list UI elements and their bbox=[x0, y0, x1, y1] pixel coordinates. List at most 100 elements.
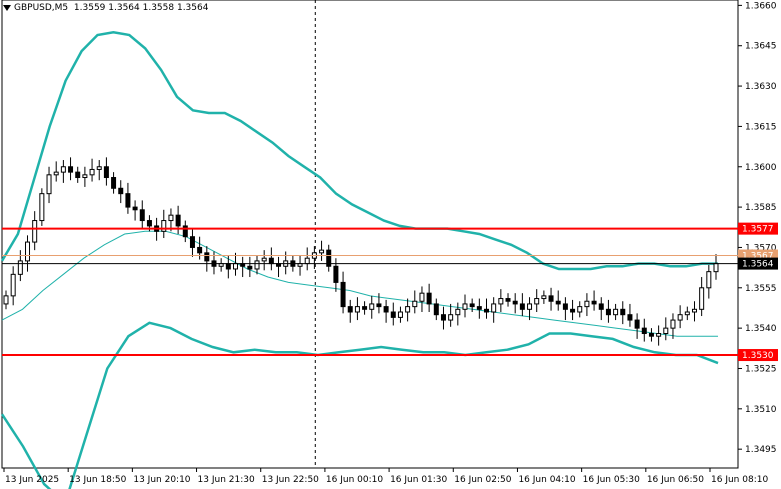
bull-candle bbox=[691, 308, 697, 313]
bear-candle bbox=[591, 300, 597, 305]
chart-window[interactable]: GBPUSD,M5 1.3559 1.3564 1.3558 1.3564 1.… bbox=[0, 0, 781, 489]
bear-candle bbox=[469, 303, 475, 308]
bear-candle bbox=[440, 314, 446, 321]
bull-candle bbox=[584, 300, 590, 308]
bear-candle bbox=[118, 187, 124, 195]
bull-candle bbox=[232, 263, 238, 270]
bear-candle bbox=[268, 257, 274, 265]
bull-candle bbox=[161, 220, 167, 232]
time-axis[interactable]: 13 Jun 2025 13 Jun 18:50 13 Jun 20:10 13 Ju… bbox=[3, 468, 768, 485]
lower-band-line bbox=[0, 321, 719, 489]
bull-candle bbox=[60, 166, 66, 173]
y-tick-label: 1.3495 bbox=[745, 445, 777, 455]
bear-candle bbox=[139, 209, 145, 222]
level-tag-label: 1.3530 bbox=[742, 351, 774, 361]
bear-candle bbox=[146, 220, 152, 227]
bull-candle bbox=[3, 295, 9, 305]
x-tick-label: 16 Jun 08:10 bbox=[711, 475, 768, 485]
bear-candle bbox=[125, 193, 131, 208]
plot-frame bbox=[1, 0, 739, 469]
bull-candle bbox=[25, 241, 31, 262]
y-tick-label: 1.3510 bbox=[745, 405, 777, 415]
price-tag-label: 1.3564 bbox=[742, 260, 774, 270]
bull-candle bbox=[32, 220, 38, 243]
x-tick-label: 16 Jun 02:50 bbox=[454, 475, 511, 485]
bull-candle bbox=[354, 306, 360, 313]
bear-candle bbox=[197, 246, 203, 254]
bear-candle bbox=[390, 311, 396, 318]
bull-candle bbox=[412, 300, 418, 308]
x-tick-label: 16 Jun 00:10 bbox=[326, 475, 383, 485]
bear-candle bbox=[68, 166, 74, 173]
bear-candle bbox=[648, 333, 654, 337]
bear-candle bbox=[182, 225, 188, 238]
bull-candle bbox=[82, 174, 88, 179]
x-tick-label: 13 Jun 2025 bbox=[5, 475, 59, 485]
bull-candle bbox=[369, 303, 375, 310]
bull-candle bbox=[304, 257, 310, 265]
bull-candle bbox=[261, 257, 267, 262]
bear-candle bbox=[383, 306, 389, 313]
x-tick-label: 16 Jun 06:50 bbox=[647, 475, 704, 485]
x-tick-label: 13 Jun 22:50 bbox=[262, 475, 319, 485]
bull-candle bbox=[46, 174, 52, 195]
y-tick-label: 1.3555 bbox=[745, 284, 777, 294]
price-chart[interactable]: 1.3660 1.3645 1.3630 1.3615 1.3600 1.3585 1.35… bbox=[0, 0, 781, 489]
upper-band-line bbox=[0, 31, 718, 271]
y-tick-label: 1.3615 bbox=[745, 122, 777, 132]
price-axis[interactable]: 1.3660 1.3645 1.3630 1.3615 1.3600 1.3585 1.35… bbox=[738, 1, 778, 455]
bear-candle bbox=[555, 300, 561, 305]
bear-candle bbox=[75, 171, 81, 179]
bear-candle bbox=[505, 298, 511, 302]
x-tick-label: 16 Jun 05:30 bbox=[583, 475, 640, 485]
bull-candle bbox=[677, 314, 683, 321]
y-tick-label: 1.3525 bbox=[745, 364, 777, 374]
x-tick-label: 13 Jun 20:10 bbox=[133, 475, 190, 485]
bull-candle bbox=[53, 171, 59, 176]
x-tick-label: 13 Jun 21:30 bbox=[198, 475, 255, 485]
y-tick-label: 1.3630 bbox=[745, 82, 777, 92]
bear-candle bbox=[519, 303, 525, 310]
x-tick-label: 16 Jun 04:10 bbox=[518, 475, 575, 485]
bull-candle bbox=[397, 311, 403, 318]
bear-candle bbox=[634, 319, 640, 329]
bear-candle bbox=[111, 177, 117, 189]
bull-candle bbox=[17, 260, 23, 275]
bull-candle bbox=[405, 306, 411, 313]
bull-candle bbox=[319, 249, 325, 254]
bull-candle bbox=[448, 314, 454, 321]
bull-candle bbox=[168, 214, 174, 222]
bear-candle bbox=[548, 295, 554, 302]
bear-candle bbox=[570, 308, 576, 313]
bull-candle bbox=[498, 298, 504, 305]
y-tick-label: 1.3540 bbox=[745, 324, 777, 334]
plot-area[interactable] bbox=[0, 0, 739, 489]
bull-candle bbox=[462, 303, 468, 310]
x-tick-label: 16 Jun 01:30 bbox=[390, 475, 447, 485]
bull-candle bbox=[577, 306, 583, 313]
bull-candle bbox=[534, 298, 540, 305]
y-tick-label: 1.3600 bbox=[745, 163, 777, 173]
bear-candle bbox=[189, 236, 195, 248]
middle-band-line bbox=[1, 230, 718, 337]
bull-candle bbox=[670, 319, 676, 329]
y-tick-label: 1.3585 bbox=[745, 203, 777, 213]
bear-candle bbox=[426, 292, 432, 305]
bull-candle bbox=[656, 333, 662, 337]
bear-candle bbox=[175, 214, 181, 227]
bear-candle bbox=[433, 303, 439, 316]
bull-candle bbox=[419, 292, 425, 302]
level-tag-label: 1.3577 bbox=[742, 225, 774, 235]
bull-candle bbox=[527, 303, 533, 310]
bear-candle bbox=[484, 308, 490, 313]
bull-candle bbox=[663, 327, 669, 335]
bull-candle bbox=[713, 263, 719, 273]
bear-candle bbox=[620, 308, 626, 316]
bull-candle bbox=[706, 271, 712, 289]
bull-candle bbox=[39, 193, 45, 222]
bear-candle bbox=[476, 306, 482, 310]
bull-candle bbox=[541, 295, 547, 300]
bear-candle bbox=[247, 265, 253, 270]
bear-candle bbox=[103, 166, 109, 179]
x-tick-label: 13 Jun 18:50 bbox=[69, 475, 126, 485]
